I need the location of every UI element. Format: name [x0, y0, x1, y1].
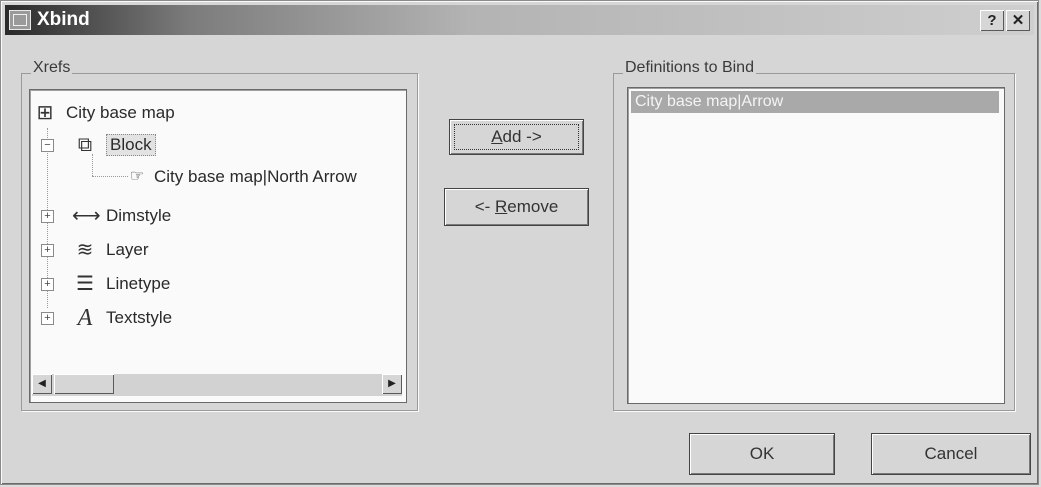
window-icon — [9, 10, 31, 30]
cancel-button[interactable]: Cancel — [871, 433, 1031, 475]
horizontal-scrollbar[interactable]: ◀ ▶ — [32, 374, 402, 396]
tree-item-textstyle[interactable]: A Textstyle — [72, 303, 172, 333]
definitions-list[interactable]: City base map|Arrow — [627, 87, 1005, 404]
tree-connector — [92, 176, 128, 177]
tree-item-layer[interactable]: ≋ Layer — [72, 235, 149, 265]
tree-item-label: Block — [106, 134, 156, 156]
expand-toggle[interactable]: + — [41, 312, 54, 325]
expand-toggle[interactable]: + — [41, 278, 54, 291]
expand-toggle[interactable]: + — [41, 244, 54, 257]
scroll-left-arrow-icon[interactable]: ◀ — [32, 374, 52, 394]
textstyle-icon: A — [77, 305, 93, 331]
scroll-thumb[interactable] — [54, 374, 114, 394]
scroll-right-arrow-icon[interactable]: ▶ — [382, 374, 402, 394]
dimstyle-icon: ⟷ — [72, 205, 101, 227]
tree-item-linetype[interactable]: ☰ Linetype — [72, 269, 170, 299]
window-title: Xbind — [37, 9, 90, 30]
tree-item-label: Dimstyle — [106, 206, 172, 225]
close-button[interactable]: ✕ — [1006, 10, 1030, 31]
tree-item-label: City base map|North Arrow — [154, 167, 357, 186]
tree-item-north-arrow[interactable]: ☞ City base map|North Arrow — [126, 162, 357, 192]
tree-item-block[interactable]: ⧉ Block — [72, 130, 156, 160]
collapse-toggle[interactable]: − — [41, 139, 54, 152]
pointing-hand-icon: ☞ — [129, 168, 145, 185]
remove-button-label: <- Remove — [474, 197, 559, 216]
title-bar[interactable]: Xbind ? ✕ — [5, 5, 1034, 35]
tree-item-label: Linetype — [106, 274, 171, 293]
definitions-label: Definitions to Bind — [623, 59, 756, 77]
ok-button[interactable]: OK — [689, 433, 835, 475]
layer-icon: ≋ — [76, 239, 94, 261]
xref-icon: ⊞ — [36, 102, 54, 124]
linetype-icon: ☰ — [76, 273, 94, 295]
list-item[interactable]: City base map|Arrow — [631, 91, 999, 113]
add-button[interactable]: Add -> — [449, 119, 584, 155]
tree-item-dimstyle[interactable]: ⟷ Dimstyle — [72, 201, 171, 231]
xrefs-label: Xrefs — [31, 59, 73, 77]
remove-button[interactable]: <- Remove — [444, 188, 589, 226]
add-button-label: Add -> — [491, 127, 542, 146]
xbind-dialog: Xbind ? ✕ Xrefs ⊞ City base map − ⧉ Bloc… — [0, 0, 1039, 485]
xrefs-tree[interactable]: ⊞ City base map − ⧉ Block ☞ City base ma… — [29, 89, 407, 403]
block-icon: ⧉ — [77, 134, 93, 156]
tree-item-label: Layer — [106, 240, 149, 259]
expand-toggle[interactable]: + — [41, 210, 54, 223]
tree-item-label: Textstyle — [106, 308, 173, 327]
help-button[interactable]: ? — [980, 10, 1004, 31]
tree-root[interactable]: ⊞ City base map — [32, 98, 175, 128]
tree-root-label: City base map — [66, 103, 175, 122]
